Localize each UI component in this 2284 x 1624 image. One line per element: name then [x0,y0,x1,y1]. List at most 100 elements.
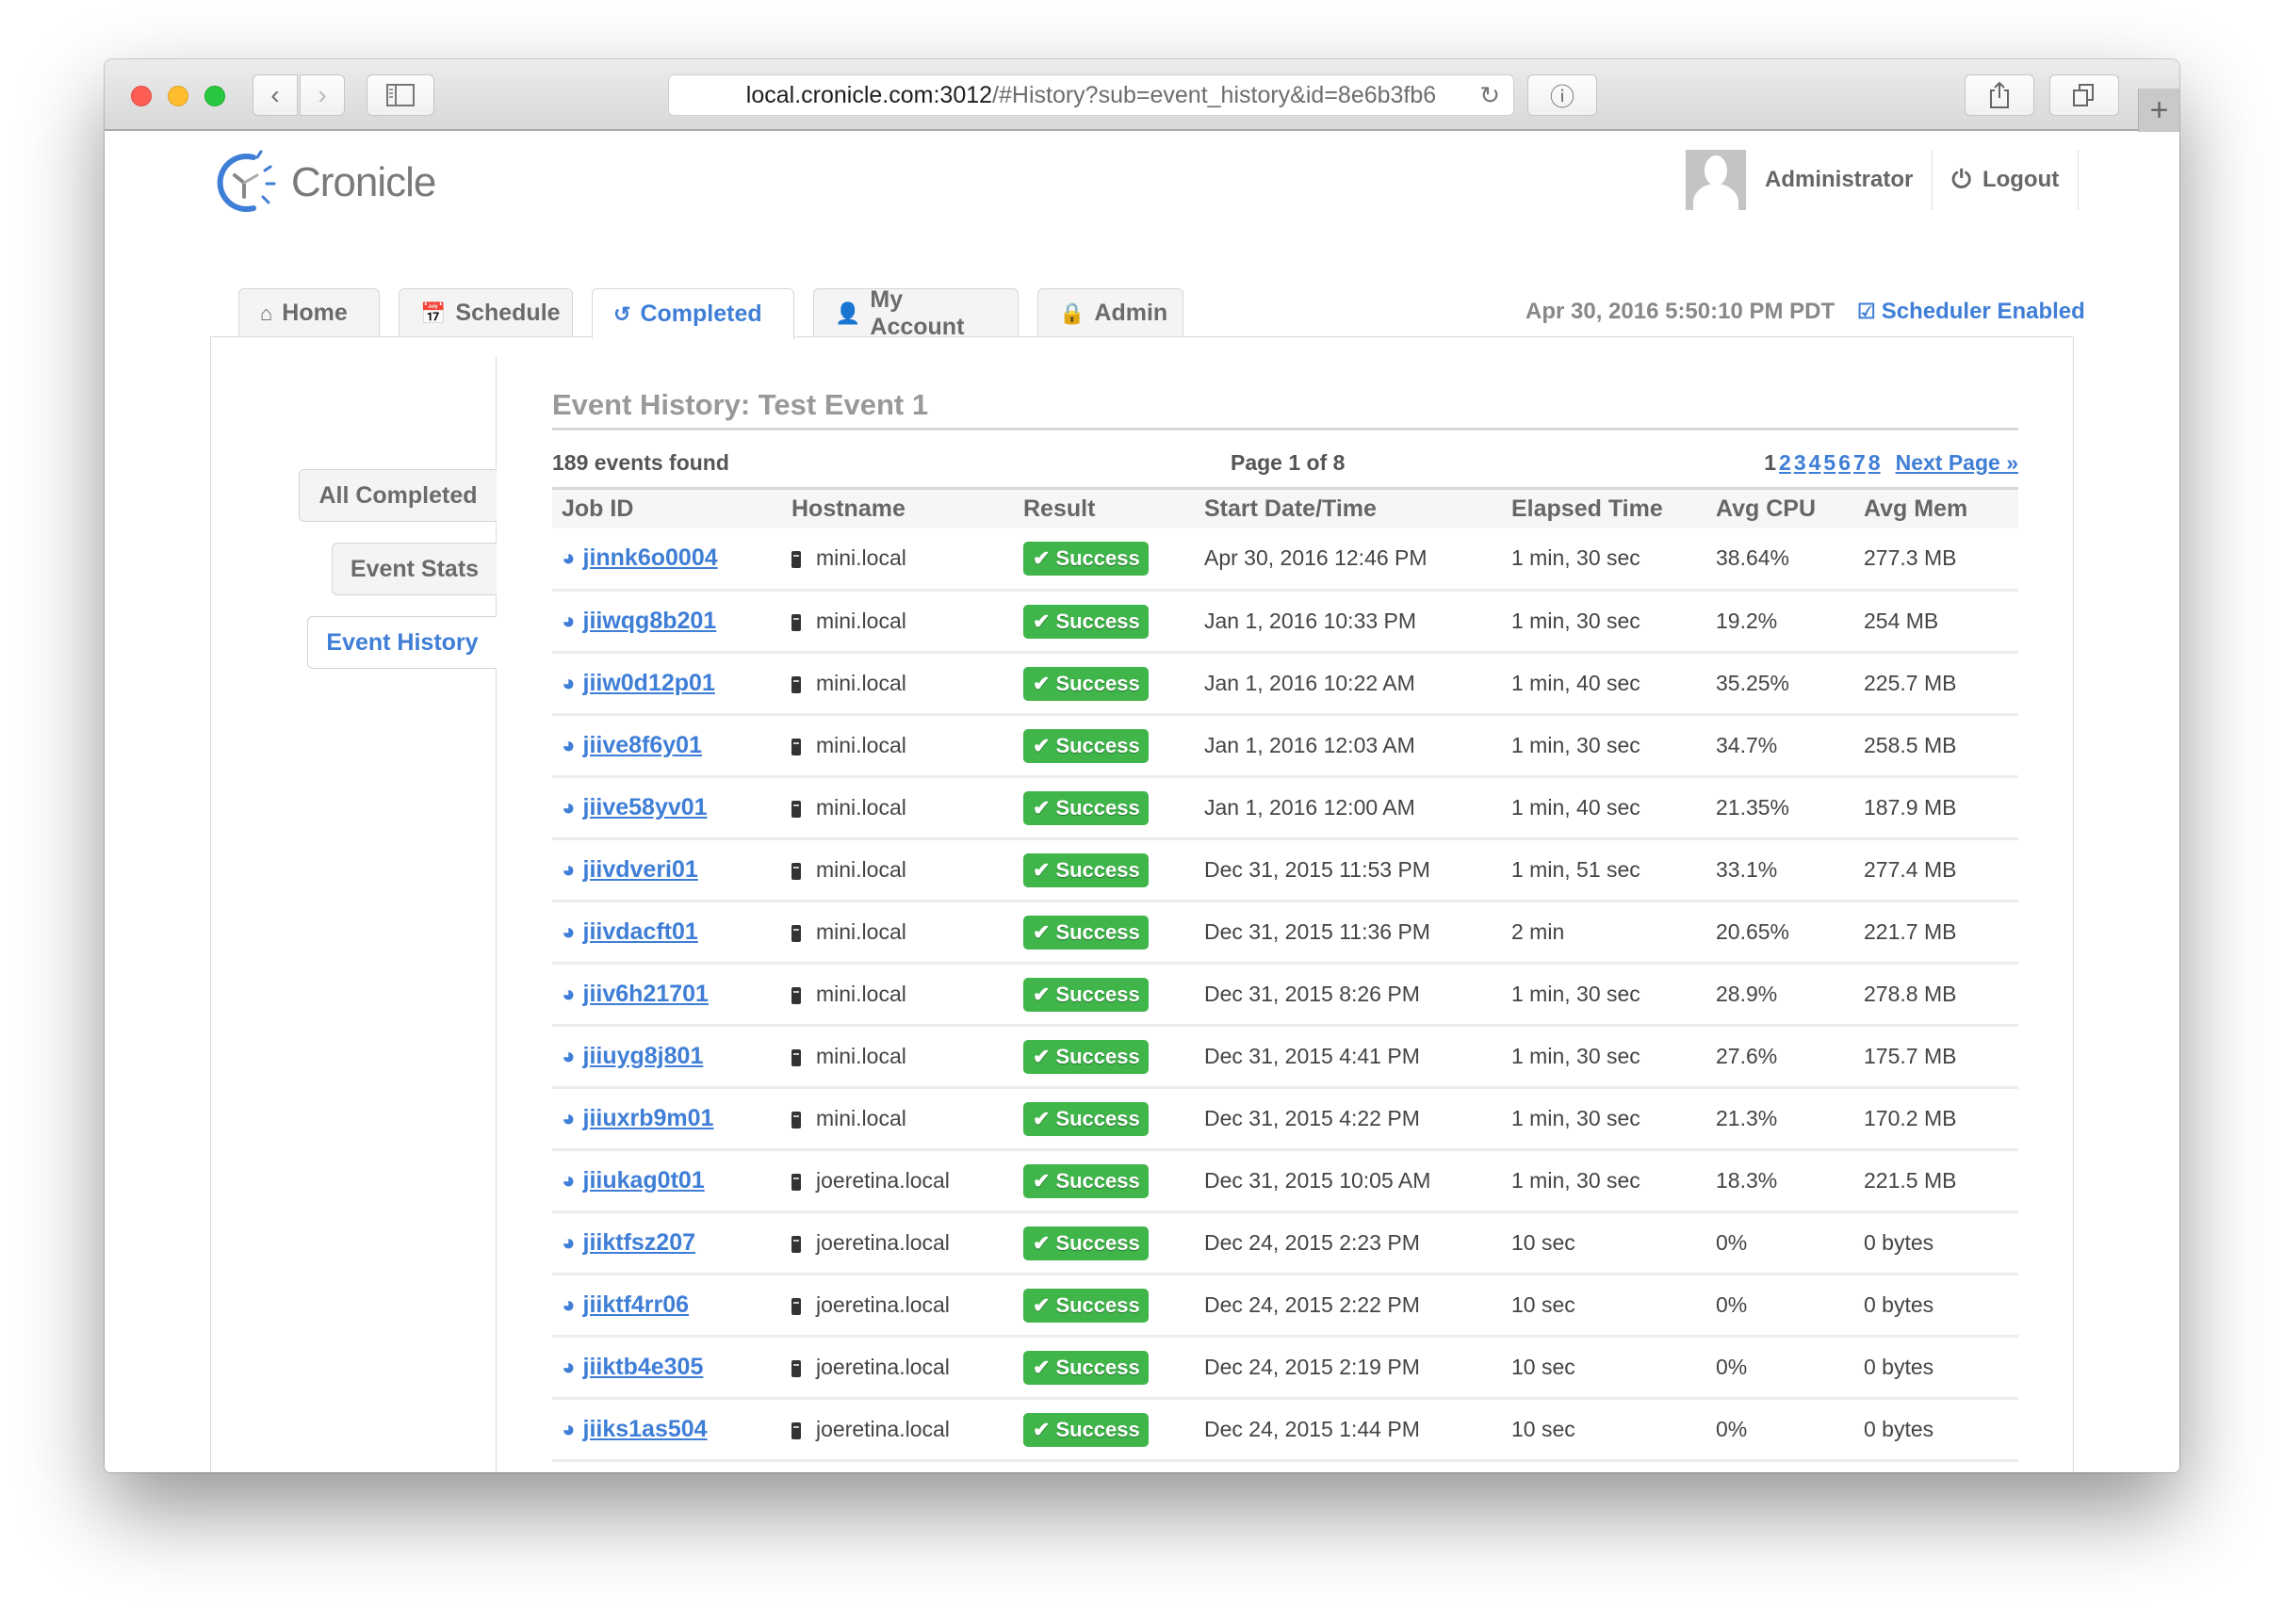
job-id-link[interactable]: jiiuyg8j801 [583,1043,704,1069]
job-id-link[interactable]: jiiwqg8b201 [583,608,717,634]
minimize-window-button[interactable] [168,86,188,106]
pie-chart-icon: ◕ [562,795,576,820]
pie-chart-icon: ◕ [562,1417,576,1442]
checkmark-icon: ✔ [1033,795,1051,820]
job-id-link[interactable]: jiiw0d12p01 [583,670,715,696]
avg-cpu-cell: 0% [1716,1398,1864,1462]
address-bar[interactable]: local.cronicle.com:3012/#History?sub=eve… [668,74,1514,116]
result-cell: ✔ Success [1023,1211,1204,1275]
tab-label: Home [282,300,348,326]
job-id-link[interactable]: jiiks1as504 [583,1416,708,1442]
server-icon [791,862,801,880]
elapsed-time-cell: 10 sec [1511,1336,1716,1400]
page-link-2[interactable]: 2 [1779,450,1791,476]
avatar[interactable] [1686,150,1746,210]
tab-my-account[interactable]: 👤 My Account [813,286,1019,340]
page-link-3[interactable]: 3 [1794,450,1806,476]
job-id-cell: ◕jiikrz0p903 [552,1460,791,1472]
avg-cpu-cell: 0% [1716,1274,1864,1338]
user-name[interactable]: Administrator [1765,150,1933,210]
status-label: Success [1055,1355,1140,1379]
sidebar-item-all-completed[interactable]: All Completed [299,469,497,522]
column-header: Hostname [791,495,905,522]
result-cell: ✔ Success [1023,1149,1204,1213]
back-button[interactable]: ‹ [253,74,298,116]
elapsed-time-cell: 1 min, 51 sec [1511,838,1716,902]
status-badge: ✔ Success [1023,1101,1149,1136]
reload-icon[interactable]: ↻ [1479,81,1500,110]
column-header: Elapsed Time [1511,495,1663,522]
tab-schedule[interactable]: 📅 Schedule [399,288,573,337]
job-id-link[interactable]: jiivdacft01 [583,918,698,945]
server-icon [791,1297,801,1315]
job-id-link[interactable]: jiiktfsz207 [583,1229,696,1256]
table-row: ◕ jiiktfsz207 joeretina.local ✔ Success Dec 2… [552,1211,2018,1275]
pie-chart-icon: ◕ [562,609,576,634]
logout-button[interactable]: ⏻ Logout [1933,150,2080,210]
scheduler-toggle[interactable]: ☑ Scheduler Enabled [1857,299,2085,325]
job-id-cell: ◕ jinnk6o0004 [552,528,791,592]
column-header: Result [1023,495,1096,522]
url-path: /#History?sub=event_history&id=8e6b3fb6 [992,81,1437,108]
job-id-cell: ◕ jiiukag0t01 [552,1149,791,1213]
logo[interactable]: Cronicle [216,150,436,216]
checkmark-icon: ✔ [1033,1230,1051,1255]
job-id-link[interactable]: jiiktf4rr06 [583,1291,690,1318]
event-history-table: Job ID Hostname Result Start Date/Time Elaps… [552,487,2018,1472]
job-id-link[interactable]: jiive8f6y01 [583,732,703,758]
job-id-cell: ◕ jiiwqg8b201 [552,590,791,654]
page-link-5[interactable]: 5 [1823,450,1835,476]
tab-home[interactable]: ⌂ Home [238,288,380,337]
sidebar-toggle-button[interactable] [367,74,434,116]
job-id-link[interactable]: jiivdveri01 [583,856,698,883]
job-id-link[interactable]: jiive58yv01 [583,794,708,820]
chevron-left-icon: ‹ [270,80,280,109]
page-link-7[interactable]: 7 [1853,450,1866,476]
info-button[interactable]: ⓘ [1527,74,1597,116]
avg-mem-cell: 221.7 MB [1864,901,2018,965]
job-id-link[interactable]: jiiukag0t01 [583,1167,705,1194]
table-row: ◕ jiive8f6y01 mini.local ✔ Success Jan 1, 201… [552,714,2018,778]
result-cell: ✔ Success [1023,838,1204,902]
chevron-right-icon: › [318,80,327,109]
status-badge: ✔ Success [1023,1039,1149,1074]
close-window-button[interactable] [131,86,152,106]
start-time-cell: Dec 31, 2015 4:41 PM [1204,1025,1511,1089]
page-link-6[interactable]: 6 [1838,450,1851,476]
hostname: joeretina.local [816,1230,950,1255]
page-link-8[interactable]: 8 [1868,450,1881,476]
hostname-cell: joeretina.local [791,1149,1023,1213]
sidebar-item-event-history[interactable]: Event History [307,616,497,669]
status-label: Success [1055,609,1140,633]
result-cell: ✔ Success [1023,1336,1204,1400]
job-id-cell: ◕ jiiuxrb9m01 [552,1087,791,1151]
next-page-link[interactable]: Next Page » [1896,450,2018,476]
job-id-link[interactable]: jiiv6h21701 [583,981,709,1007]
page-link-4[interactable]: 4 [1809,450,1821,476]
hostname: joeretina.local [816,1417,950,1441]
new-tab-button[interactable]: + [2138,89,2179,132]
tab-completed[interactable]: ↺ Completed [592,288,794,339]
sidebar-item-event-stats[interactable]: Event Stats [332,543,497,595]
elapsed-time-cell: 1 min, 30 sec [1511,714,1716,778]
forward-button[interactable]: › [300,74,345,116]
job-id-link[interactable]: jiiktb4e305 [583,1354,704,1380]
checkbox-checked-icon: ☑ [1857,300,1876,323]
pagination: 1 2 3 4 5 6 7 8 Next Page » [1764,450,2018,476]
avg-mem-cell: 225.7 MB [1864,652,2018,716]
zoom-window-button[interactable] [204,86,225,106]
job-id-link[interactable]: jinnk6o0004 [583,544,718,571]
hostname-cell: mini.local [791,1087,1023,1151]
checkmark-icon: ✔ [1033,1044,1051,1068]
avg-mem-cell: 258.5 MB [1864,714,2018,778]
checkmark-icon: ✔ [1033,545,1051,570]
job-id-link[interactable]: jiiuxrb9m01 [583,1105,714,1131]
result-cell: ✔ Success [1023,1025,1204,1089]
share-button[interactable] [1965,74,2034,116]
lock-icon: 🔒 [1059,300,1085,325]
avg-mem-cell: 277.3 MB [1864,528,2018,592]
tab-admin[interactable]: 🔒 Admin [1037,288,1183,337]
table-row: ◕ jiivdveri01 mini.local ✔ Success Dec 31, 20… [552,838,2018,902]
hostname-cell: mini.local [791,714,1023,778]
show-tabs-button[interactable] [2049,74,2119,116]
